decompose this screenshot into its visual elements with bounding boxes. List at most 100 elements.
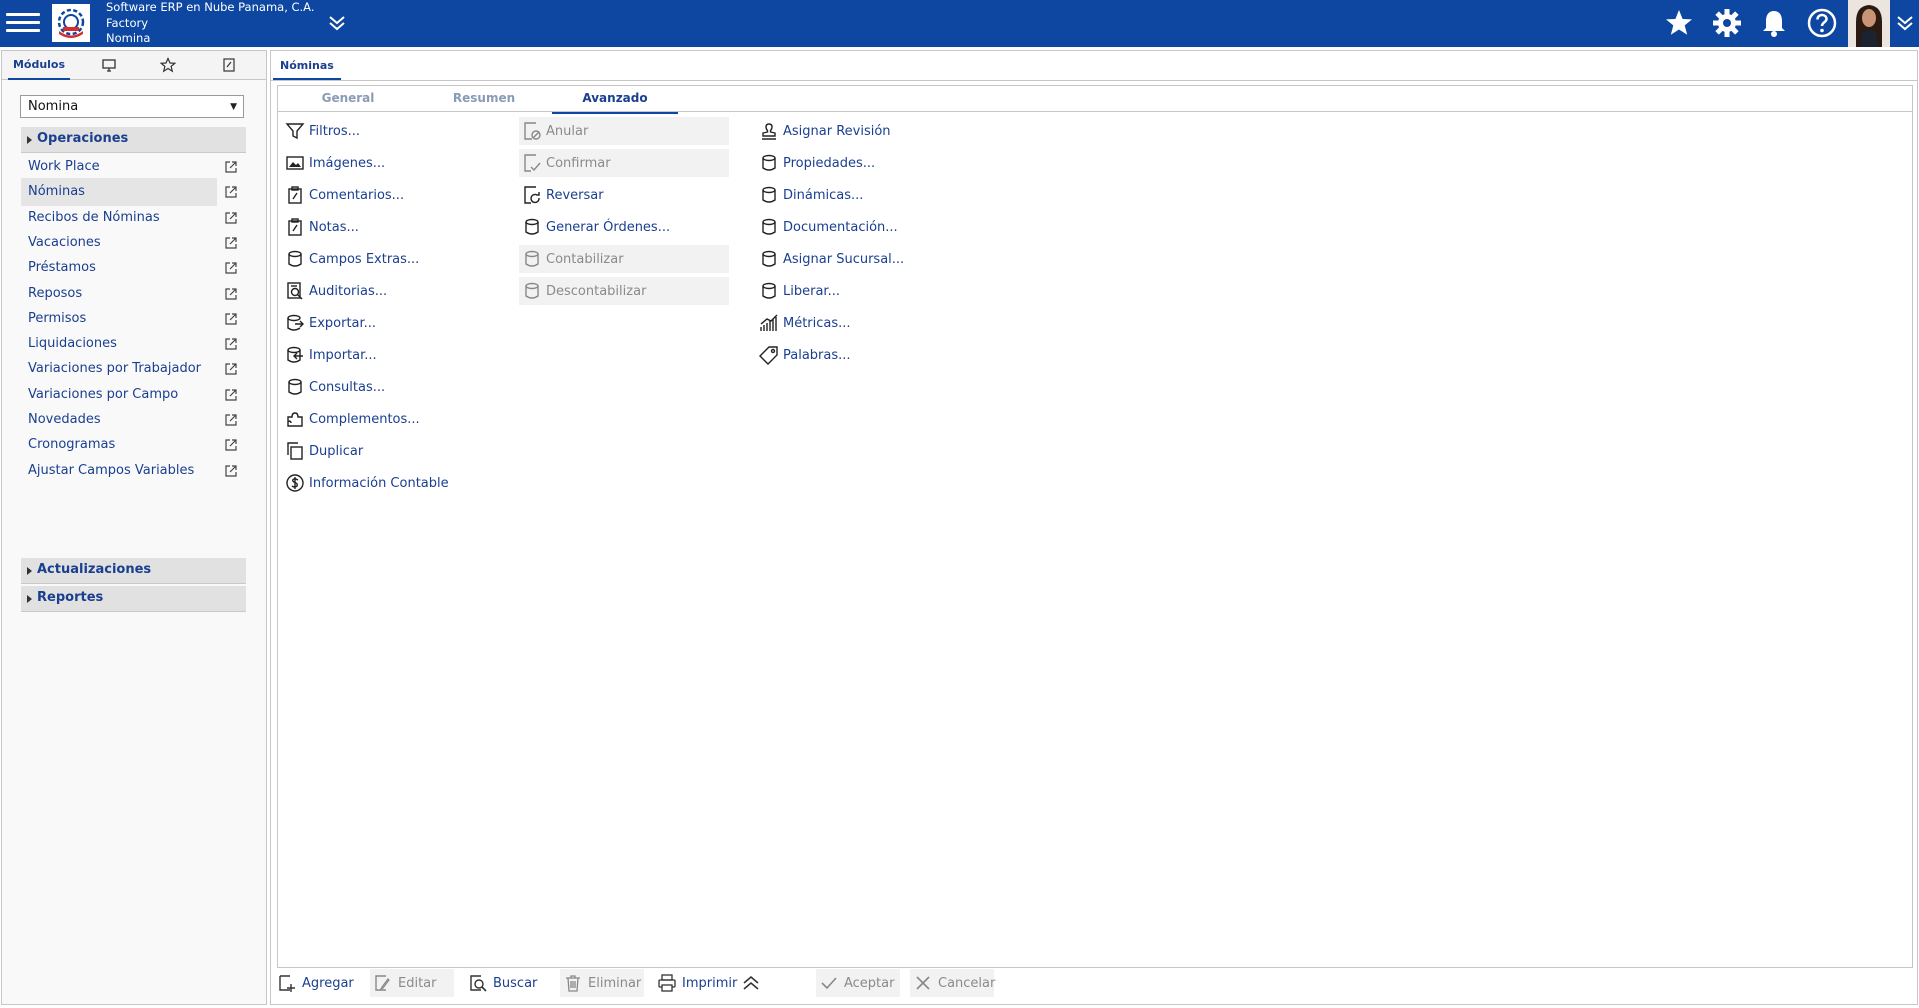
subtab-resumen[interactable]: Resumen — [434, 89, 534, 111]
tab-notes[interactable] — [214, 51, 244, 78]
action-label: Confirmar — [546, 155, 611, 171]
dropdown-arrow-icon: ▼ — [230, 102, 237, 112]
gear-icon[interactable] — [1711, 7, 1743, 39]
hamburger-menu-icon[interactable] — [6, 9, 40, 37]
sidebar-item-work-place[interactable]: Work Place — [21, 153, 246, 181]
external-link-icon[interactable] — [224, 362, 238, 376]
sidebar-tabs: Módulos — [2, 51, 266, 80]
action-auditorias[interactable]: Auditorias... — [282, 277, 387, 305]
sidebar-item-cronogramas[interactable]: Cronogramas — [21, 431, 246, 459]
subtab-general[interactable]: General — [308, 89, 388, 111]
action-descontabilizar[interactable]: Descontabilizar — [519, 277, 729, 305]
external-link-icon[interactable] — [224, 287, 238, 301]
action-asignar-sucursal[interactable]: Asignar Sucursal... — [756, 245, 904, 273]
external-link-icon[interactable] — [224, 160, 238, 174]
action-complementos[interactable]: Complementos... — [282, 405, 420, 433]
help-icon[interactable] — [1806, 7, 1838, 39]
action-anular[interactable]: Anular — [519, 117, 729, 145]
action-label: Liberar... — [783, 283, 840, 299]
sidebar-item-variaciones-por-campo[interactable]: Variaciones por Campo — [21, 381, 246, 409]
database-icon — [285, 249, 305, 269]
section-operaciones[interactable]: Operaciones — [21, 127, 246, 153]
action-label: Documentación... — [783, 219, 898, 235]
dollar-icon — [285, 473, 305, 493]
external-link-icon[interactable] — [224, 211, 238, 225]
action-consultas[interactable]: Consultas... — [282, 373, 385, 401]
external-link-icon[interactable] — [224, 388, 238, 402]
bottom-toolbar: Agregar Editar Buscar Eliminar Imprimir … — [276, 969, 1916, 997]
section-actualizaciones-label: Actualizaciones — [37, 562, 152, 577]
action-campos-extras[interactable]: Campos Extras... — [282, 245, 419, 273]
action-label: Asignar Revisión — [783, 123, 891, 139]
check-icon — [819, 973, 839, 993]
action-liberar[interactable]: Liberar... — [756, 277, 840, 305]
action-asignar-revision[interactable]: Asignar Revisión — [756, 117, 891, 145]
external-link-icon[interactable] — [224, 337, 238, 351]
user-avatar[interactable] — [1848, 0, 1890, 47]
sidebar-item-n-minas[interactable]: Nóminas — [21, 178, 246, 207]
bell-icon[interactable] — [1758, 7, 1790, 39]
action-informacion-contable[interactable]: Información Contable — [282, 469, 449, 497]
action-metricas[interactable]: Métricas... — [756, 309, 851, 337]
expand-triangle-icon — [27, 567, 32, 575]
user-menu-chevron-icon[interactable] — [1894, 12, 1916, 34]
sidebar-item-variaciones-por-trabajador[interactable]: Variaciones por Trabajador — [21, 355, 246, 383]
tab-favorites[interactable] — [153, 51, 183, 78]
action-label: Duplicar — [309, 443, 364, 459]
cancel-button[interactable]: Cancelar — [910, 969, 995, 997]
action-duplicar[interactable]: Duplicar — [282, 437, 363, 465]
external-link-icon[interactable] — [224, 236, 238, 250]
sidebar-item-ajustar-campos-variables[interactable]: Ajustar Campos Variables — [21, 457, 246, 485]
action-importar[interactable]: Importar... — [282, 341, 377, 369]
add-button[interactable]: Agregar — [277, 969, 354, 997]
module-select[interactable]: Nomina ▼ — [20, 95, 244, 118]
expand-triangle-icon — [27, 595, 32, 603]
sidebar-item-pr-stamos[interactable]: Préstamos — [21, 254, 246, 282]
section-reportes[interactable]: Reportes — [21, 586, 246, 612]
external-link-icon[interactable] — [224, 261, 238, 275]
favorites-star-icon[interactable] — [1663, 7, 1695, 39]
action-filtros[interactable]: Filtros... — [282, 117, 360, 145]
sidebar-item-vacaciones[interactable]: Vacaciones — [21, 229, 246, 257]
action-label: Complementos... — [309, 411, 420, 427]
tab-monitor[interactable] — [94, 51, 124, 78]
action-notas[interactable]: Notas... — [282, 213, 359, 241]
action-generar-ordenes[interactable]: Generar Órdenes... — [519, 213, 729, 241]
tab-modulos[interactable]: Módulos — [8, 51, 70, 80]
external-link-icon[interactable] — [224, 185, 238, 199]
delete-button[interactable]: Eliminar — [560, 969, 644, 997]
double-chevron-down-icon[interactable] — [326, 12, 348, 34]
external-link-icon[interactable] — [224, 413, 238, 427]
section-actualizaciones[interactable]: Actualizaciones — [21, 558, 246, 584]
action-comentarios[interactable]: Comentarios... — [282, 181, 404, 209]
external-link-icon[interactable] — [224, 438, 238, 452]
search-button[interactable]: Buscar — [468, 969, 544, 997]
edit-button[interactable]: Editar — [370, 969, 454, 997]
print-button[interactable]: Imprimir — [657, 969, 737, 997]
sidebar-item-liquidaciones[interactable]: Liquidaciones — [21, 330, 246, 358]
action-dinamicas[interactable]: Dinámicas... — [756, 181, 863, 209]
action-exportar[interactable]: Exportar... — [282, 309, 376, 337]
sidebar-item-permisos[interactable]: Permisos — [21, 305, 246, 333]
action-propiedades[interactable]: Propiedades... — [756, 149, 875, 177]
action-confirmar[interactable]: Confirmar — [519, 149, 729, 177]
funnel-icon — [285, 121, 305, 141]
double-chevron-up-icon — [741, 973, 761, 993]
action-imagenes[interactable]: Imágenes... — [282, 149, 385, 177]
external-link-icon[interactable] — [224, 312, 238, 326]
database-icon — [285, 377, 305, 397]
action-label: Generar Órdenes... — [546, 219, 671, 235]
section-operaciones-label: Operaciones — [37, 131, 129, 146]
external-link-icon[interactable] — [224, 464, 238, 478]
sidebar-item-reposos[interactable]: Reposos — [21, 280, 246, 308]
accept-button[interactable]: Aceptar — [816, 969, 900, 997]
expand-toolbar-button[interactable] — [741, 969, 763, 997]
action-contabilizar[interactable]: Contabilizar — [519, 245, 729, 273]
tab-nominas[interactable]: Nóminas — [273, 53, 341, 80]
database-icon — [759, 217, 779, 237]
action-reversar[interactable]: Reversar — [519, 181, 729, 209]
sidebar-item-recibos-de-n-minas[interactable]: Recibos de Nóminas — [21, 204, 246, 232]
sidebar-item-novedades[interactable]: Novedades — [21, 406, 246, 434]
action-palabras[interactable]: Palabras... — [756, 341, 851, 369]
action-documentacion[interactable]: Documentación... — [756, 213, 898, 241]
